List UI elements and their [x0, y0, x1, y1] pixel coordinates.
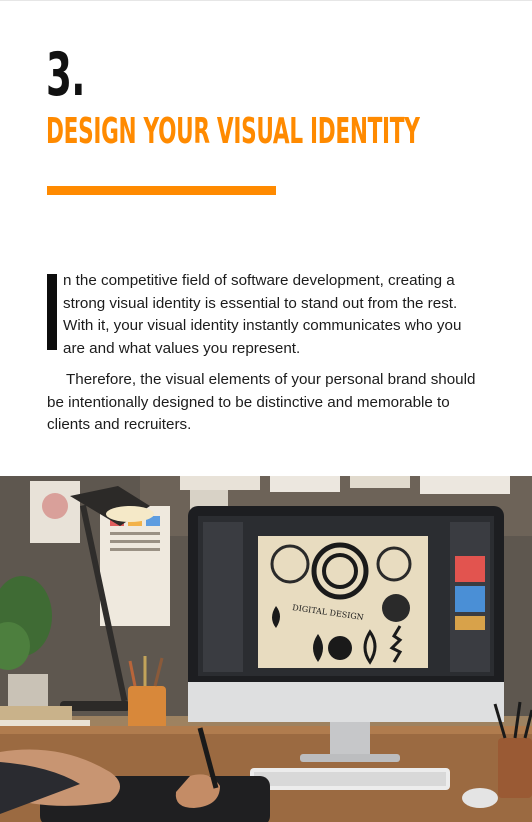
mouse	[462, 788, 498, 808]
intro-paragraph: I n the competitive field of software de…	[47, 270, 487, 360]
logo-sketch	[382, 594, 410, 622]
hero-image-designer-workspace: DIGITAL DESIGN	[0, 476, 532, 822]
second-paragraph: Therefore, the visual elements of your p…	[47, 371, 476, 434]
drop-cap-letter: I	[63, 270, 64, 271]
chapter-title: DESIGN YOUR VISUAL IDENTITY	[46, 111, 420, 152]
intro-paragraph-text: n the competitive field of software deve…	[63, 272, 462, 357]
chapter-number: 3.	[46, 40, 85, 110]
drop-cap-bar	[47, 274, 57, 350]
pen-holder	[498, 738, 532, 798]
title-underline	[47, 186, 276, 195]
editor-left-panel	[203, 522, 243, 672]
books	[0, 706, 72, 720]
top-border	[0, 0, 532, 1]
workspace-illustration: DIGITAL DESIGN	[0, 476, 532, 822]
